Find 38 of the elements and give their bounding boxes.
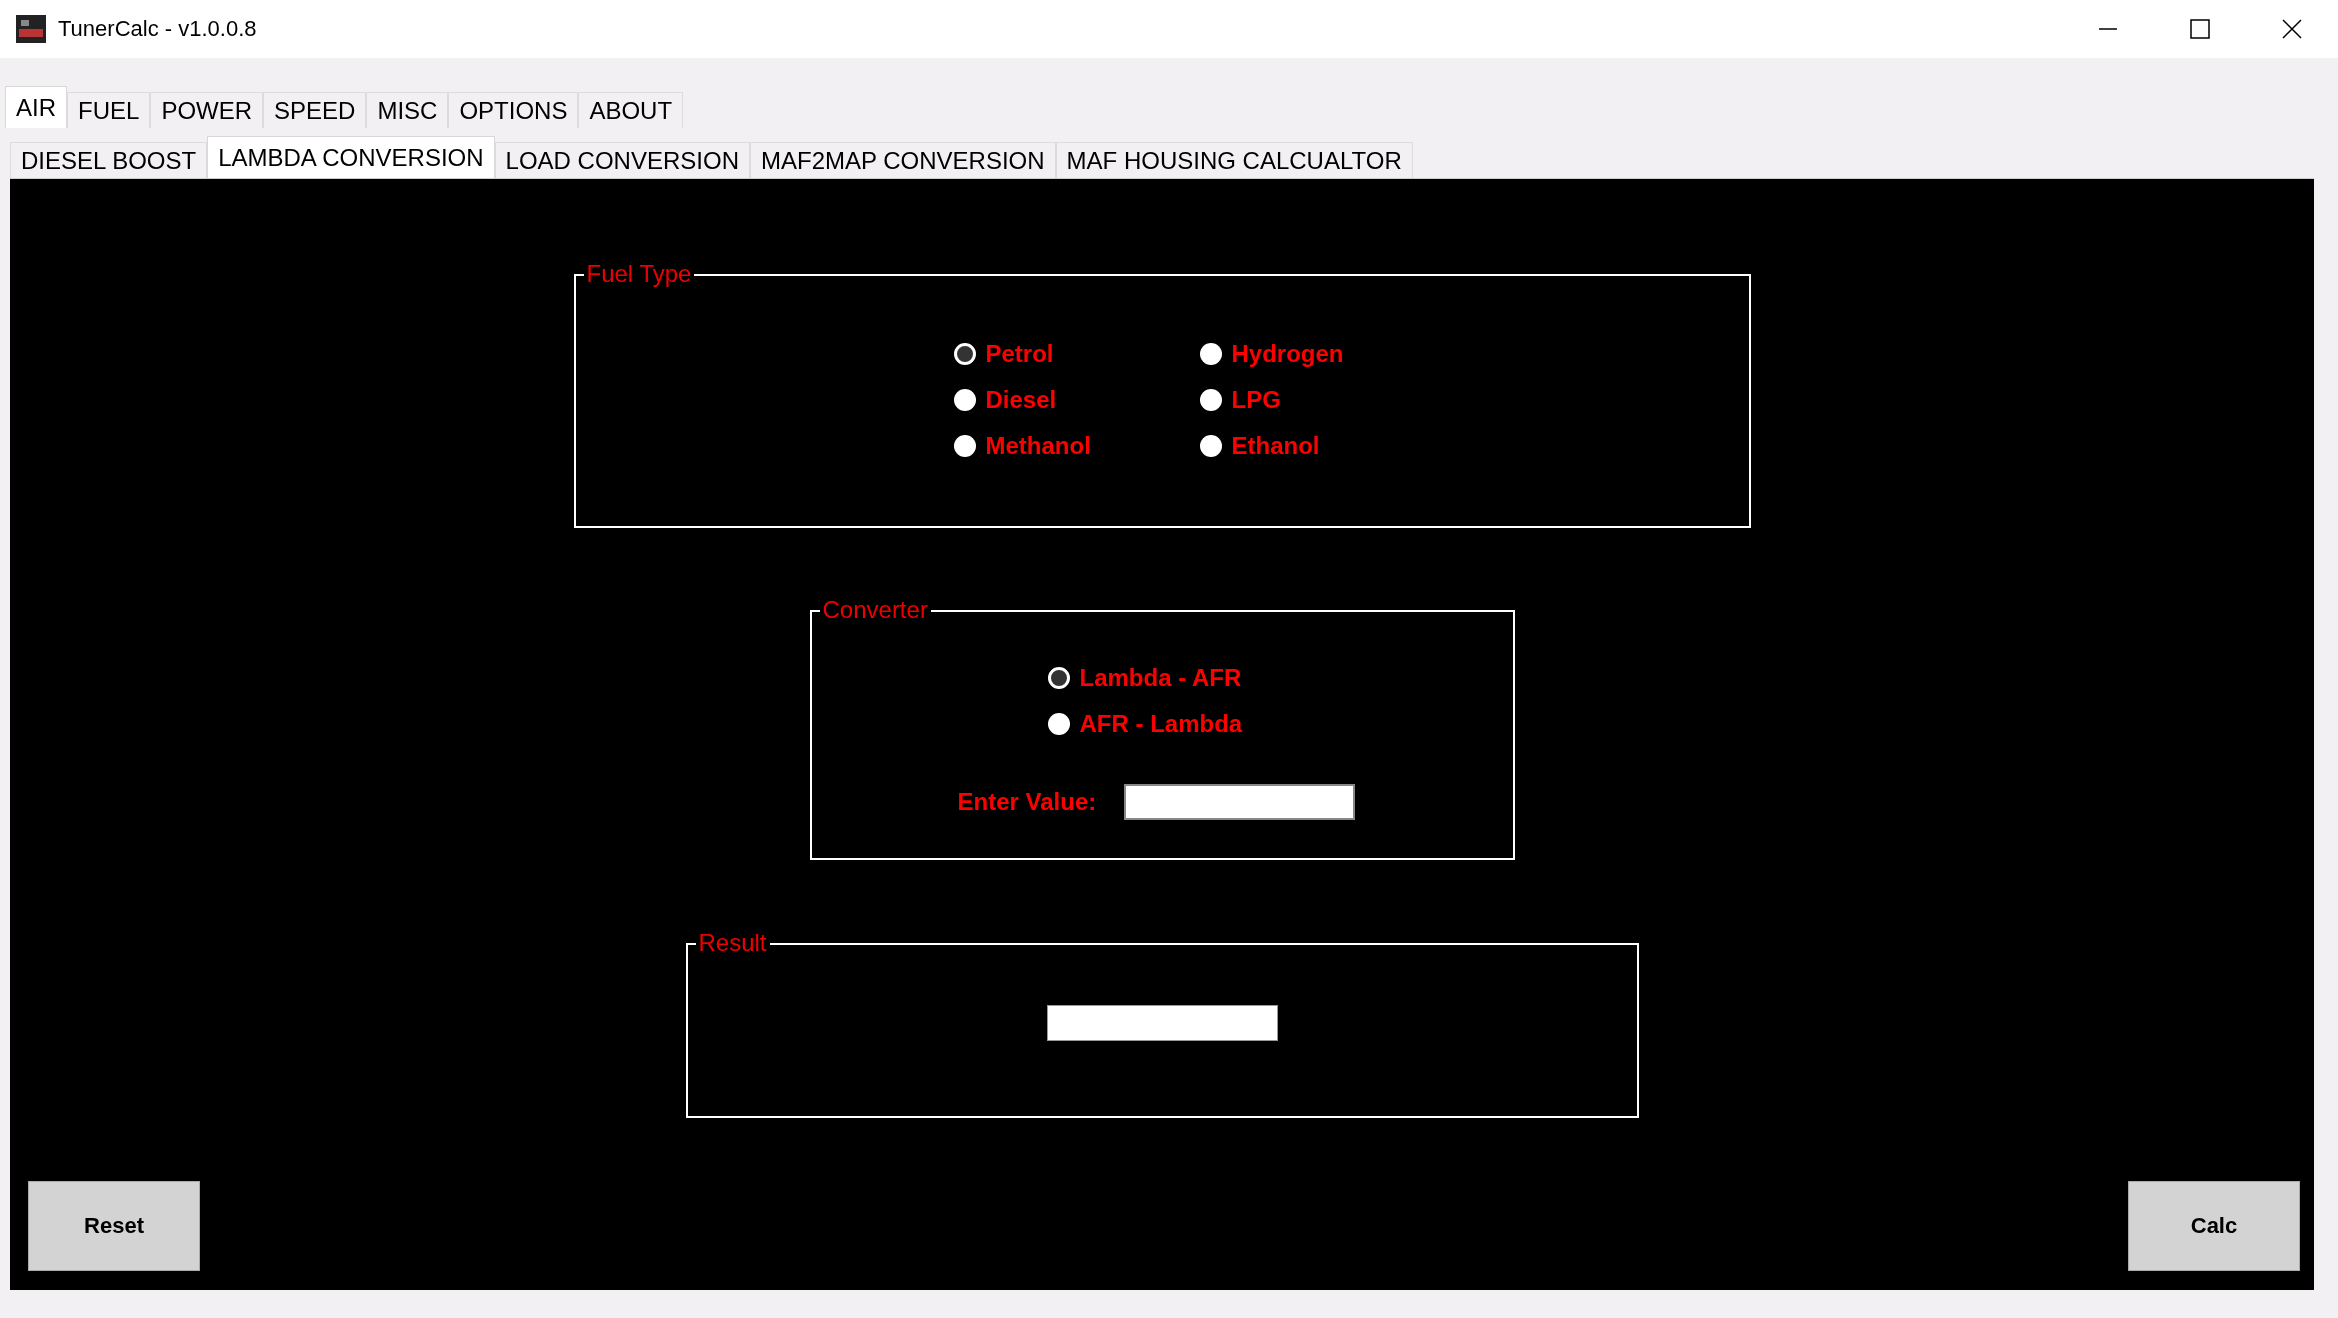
radio-button[interactable] xyxy=(953,343,976,365)
tab[interactable]: POWER xyxy=(150,92,264,128)
maximize-icon xyxy=(2190,19,2210,39)
radio-button[interactable] xyxy=(1047,667,1070,689)
tab[interactable]: MISC xyxy=(366,92,449,128)
tab[interactable]: AIR xyxy=(5,86,67,128)
value-field[interactable] xyxy=(1124,784,1356,820)
radio-label: Petrol xyxy=(985,340,1054,368)
tab[interactable]: OPTIONS xyxy=(448,92,579,128)
radio-button[interactable] xyxy=(953,435,976,457)
radio-button[interactable] xyxy=(1199,435,1222,457)
close-icon xyxy=(2282,19,2302,39)
radio-button[interactable] xyxy=(1047,713,1070,735)
radio-label: Methanol xyxy=(985,432,1091,460)
radio-button[interactable] xyxy=(953,389,976,411)
tab[interactable]: ABOUT xyxy=(578,92,684,128)
tab[interactable]: LAMBDA CONVERSION xyxy=(207,136,495,178)
tab[interactable]: FUEL xyxy=(67,92,151,128)
radio-label: LPG xyxy=(1231,386,1281,414)
tab[interactable]: DIESEL BOOST xyxy=(10,142,208,178)
tab[interactable]: LOAD CONVERSION xyxy=(494,142,750,178)
field-label: Enter Value: xyxy=(957,788,1097,816)
action-button[interactable]: Calc xyxy=(2128,1181,2300,1271)
tab[interactable]: SPEED xyxy=(263,92,367,128)
tab[interactable]: MAF2MAP CONVERSION xyxy=(749,142,1056,178)
result-field[interactable] xyxy=(1046,1005,1278,1041)
radio-button[interactable] xyxy=(1199,343,1222,365)
radio-label: AFR - Lambda xyxy=(1079,710,1243,738)
radio-label: Hydrogen xyxy=(1231,340,1344,368)
radio-label: Diesel xyxy=(985,386,1057,414)
window-title: TunerCalc - v1.0.0.8 xyxy=(58,16,257,42)
app-icon xyxy=(16,15,46,43)
radio-button[interactable] xyxy=(1199,389,1222,411)
radio-label: Lambda - AFR xyxy=(1079,664,1242,692)
tab[interactable]: MAF HOUSING CALCUALTOR xyxy=(1055,142,1413,178)
action-button[interactable]: Reset xyxy=(28,1181,200,1271)
minimize-icon xyxy=(2098,28,2118,30)
radio-label: Ethanol xyxy=(1231,432,1320,460)
